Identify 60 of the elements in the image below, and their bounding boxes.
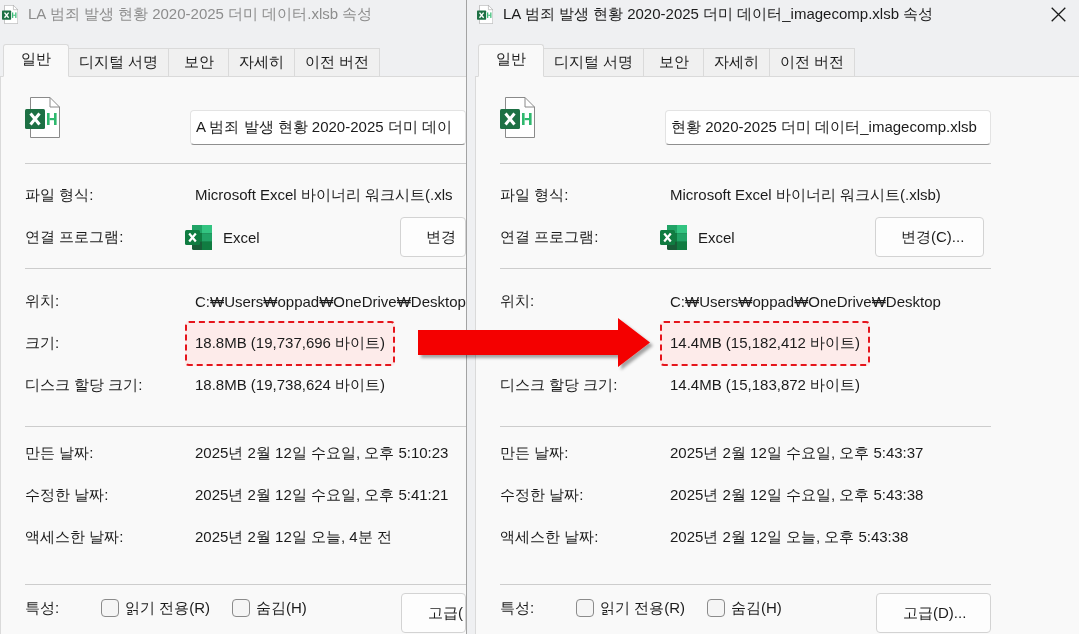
spreadsheet-file-icon — [25, 97, 60, 138]
app-name: Excel — [698, 228, 735, 246]
app-name: Excel — [223, 228, 260, 246]
checkbox-label[interactable]: 숨김(H) — [256, 598, 307, 618]
property-label: 액세스한 날짜: — [25, 527, 124, 547]
tab[interactable]: 이전 버전 — [294, 48, 381, 77]
property-label: 수정한 날짜: — [25, 485, 109, 505]
checkbox[interactable] — [232, 599, 250, 617]
advanced-button[interactable]: 고급(D)... — [876, 593, 991, 633]
highlighted-value: 18.8MB (19,737,696 바이트) — [185, 320, 396, 366]
property-value: Microsoft Excel 바이너리 워크시트(.xlsb) — [670, 185, 941, 205]
property-label: 디스크 할당 크기: — [500, 375, 618, 395]
spreadsheet-app-icon — [185, 224, 212, 250]
property-label: 액세스한 날짜: — [500, 527, 599, 547]
checkbox[interactable] — [576, 599, 594, 617]
advanced-button[interactable]: 고급( — [401, 593, 466, 633]
window-title: LA 범죄 발생 현황 2020-2025 더미 데이터.xlsb 속성 — [28, 5, 373, 24]
window-title: LA 범죄 발생 현황 2020-2025 더미 데이터_imagecomp.xlsb 속성 — [503, 5, 934, 24]
checkbox-label[interactable]: 읽기 전용(R) — [125, 598, 210, 618]
property-label: 크기: — [25, 333, 60, 353]
property-value: 2025년 2월 12일 수요일, 오후 5:43:37 — [670, 443, 924, 463]
property-value: 2025년 2월 12일 오늘, 4분 전 — [195, 527, 392, 547]
property-value: 2025년 2월 12일 수요일, 오후 5:41:21 — [195, 485, 449, 505]
property-label: 디스크 할당 크기: — [25, 375, 143, 395]
property-label: 위치: — [500, 291, 535, 311]
spreadsheet-file-icon — [500, 97, 535, 138]
property-value: C:₩Users₩oppad₩OneDrive₩Desktop — [670, 292, 941, 310]
property-label: 만든 날짜: — [25, 443, 94, 463]
property-label: 연결 프로그램: — [25, 227, 124, 247]
property-value: 14.4MB (15,183,872 바이트) — [670, 375, 861, 395]
file-name-field[interactable]: A 범죄 발생 현황 2020-2025 더미 데이 — [190, 110, 466, 145]
property-label: 만든 날짜: — [500, 443, 569, 463]
spreadsheet-file-icon — [477, 5, 493, 24]
close-icon[interactable] — [1051, 7, 1066, 22]
property-value: 2025년 2월 12일 수요일, 오후 5:43:38 — [670, 485, 924, 505]
checkbox-label[interactable]: 읽기 전용(R) — [600, 598, 685, 618]
property-label: 파일 형식: — [25, 185, 94, 205]
property-value: C:₩Users₩oppad₩OneDrive₩Desktop — [195, 292, 466, 310]
property-label: 수정한 날짜: — [500, 485, 584, 505]
tab[interactable]: 일반 — [3, 44, 69, 77]
property-label: 특성: — [25, 598, 61, 618]
change-button[interactable]: 변경(C)... — [875, 217, 984, 257]
property-value: 18.8MB (19,738,624 바이트) — [195, 375, 386, 395]
file-name-field[interactable]: 현황 2020-2025 더미 데이터_imagecomp.xlsb — [665, 110, 991, 145]
property-value: 2025년 2월 12일 오늘, 오후 5:43:38 — [670, 527, 909, 547]
checkbox-label[interactable]: 숨김(H) — [731, 598, 782, 618]
spreadsheet-file-icon — [2, 5, 18, 24]
tab[interactable]: 일반 — [478, 44, 544, 77]
tab[interactable]: 이전 버전 — [769, 48, 856, 77]
highlighted-value: 14.4MB (15,182,412 바이트) — [660, 320, 871, 366]
property-label: 특성: — [500, 598, 536, 618]
change-button[interactable]: 변경 — [400, 217, 466, 257]
checkbox[interactable] — [101, 599, 119, 617]
checkbox[interactable] — [707, 599, 725, 617]
property-value: 2025년 2월 12일 수요일, 오후 5:10:23 — [195, 443, 449, 463]
property-value: Microsoft Excel 바이너리 워크시트(.xls — [195, 185, 453, 205]
property-label: 파일 형식: — [500, 185, 569, 205]
property-label: 연결 프로그램: — [500, 227, 599, 247]
spreadsheet-app-icon — [660, 224, 687, 250]
property-label: 위치: — [25, 291, 60, 311]
